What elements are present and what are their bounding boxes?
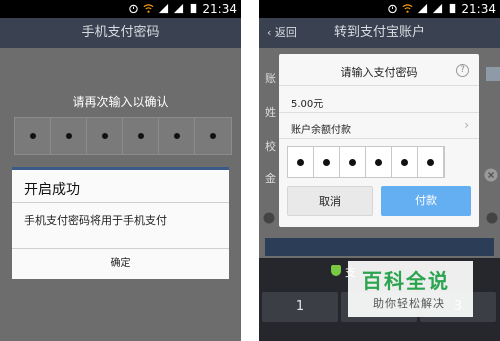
status-icons — [128, 3, 199, 14]
dialog-divider — [279, 112, 479, 113]
field-edge — [486, 67, 500, 81]
pin-dot — [173, 133, 180, 139]
page-title-bar: 手机支付密码 — [0, 18, 241, 48]
payment-password-dialog: 请输入支付密码 ? 5.00元 账户余额付款 › 取消 付款 — [279, 54, 479, 227]
page-title: 手机支付密码 — [81, 25, 160, 40]
info-icon — [263, 212, 275, 224]
battery-icon — [190, 3, 197, 14]
clear-icon[interactable] — [484, 168, 498, 182]
watermark-logo: 百科全说 助你轻松解决 — [348, 261, 473, 317]
pin-cell — [418, 147, 444, 177]
status-bar: 21:34 — [0, 0, 241, 18]
confirm-button[interactable]: 确定 — [12, 249, 229, 279]
pin-cell — [392, 147, 418, 177]
password-input-row[interactable] — [287, 146, 445, 178]
dialog-divider — [279, 85, 479, 86]
pin-dot — [427, 158, 434, 166]
dialog-divider — [12, 202, 229, 203]
confirm-prompt: 请再次输入以确认 — [72, 95, 169, 109]
pin-input-row[interactable] — [14, 117, 232, 155]
dialog-message: 手机支付密码将用于手机支付 — [24, 214, 167, 227]
form-label: 校 — [265, 140, 276, 153]
pay-button[interactable]: 付款 — [381, 186, 471, 216]
back-label: 返回 — [274, 26, 297, 39]
pin-cell — [314, 147, 340, 177]
pin-dot — [349, 158, 356, 166]
alarm-icon — [129, 4, 138, 14]
signal-icon — [158, 3, 169, 14]
screenshot-root: 21:34 手机支付密码 请再次输入以确认 开启成功 手机支付密码将用于手机支付… — [0, 0, 500, 341]
pin-dot — [210, 133, 216, 139]
pin-cell — [87, 118, 123, 154]
pin-cell — [15, 118, 51, 154]
pin-cell — [123, 118, 159, 154]
pin-dot — [137, 133, 144, 139]
status-icons — [387, 3, 458, 14]
payment-method[interactable]: 账户余额付款 — [291, 121, 351, 136]
form-label: 姓 — [265, 106, 276, 119]
pin-dot — [65, 133, 72, 139]
pin-cell — [51, 118, 87, 154]
pin-dot — [401, 158, 408, 166]
dialog-divider — [279, 138, 479, 139]
form-label: 金 — [265, 172, 276, 185]
chevron-left-icon: ‹ — [267, 26, 272, 39]
dialog-title: 请输入支付密码 — [340, 66, 418, 79]
watermark-tagline: 助你轻松解决 — [373, 297, 445, 310]
pin-cell — [288, 147, 314, 177]
status-bar: 21:34 — [259, 0, 500, 18]
pin-dot — [101, 133, 108, 139]
signal-icon — [417, 3, 428, 14]
pin-cell — [159, 118, 195, 154]
signal-2-icon — [173, 3, 184, 14]
shield-icon — [331, 265, 341, 276]
battery-icon — [449, 3, 456, 14]
wifi-icon — [402, 4, 413, 13]
dialog-title: 开启成功 — [24, 182, 80, 198]
pin-dot — [375, 158, 382, 166]
wifi-icon — [143, 4, 154, 13]
submit-bar — [265, 238, 494, 256]
pin-cell — [340, 147, 366, 177]
emoji-icon — [486, 212, 498, 224]
help-icon[interactable]: ? — [456, 64, 469, 77]
pin-cell — [195, 118, 231, 154]
watermark-brand: 百科全说 — [362, 269, 450, 293]
page-title: 转到支付宝账户 — [333, 25, 425, 40]
payment-amount: 5.00元 — [291, 99, 324, 110]
form-label: 账 — [265, 72, 276, 85]
signal-2-icon — [432, 3, 443, 14]
status-time: 21:34 — [461, 2, 496, 16]
status-time: 21:34 — [202, 2, 237, 16]
pin-dot — [29, 133, 36, 139]
keyboard-key-1[interactable]: 1 — [262, 292, 338, 322]
left-phone-screen: 21:34 手机支付密码 请再次输入以确认 开启成功 手机支付密码将用于手机支付… — [0, 0, 241, 341]
pin-cell — [366, 147, 392, 177]
success-dialog: 开启成功 手机支付密码将用于手机支付 确定 — [12, 167, 229, 279]
cancel-button[interactable]: 取消 — [287, 186, 373, 216]
pin-dot — [297, 158, 304, 166]
back-button[interactable]: ‹ 返回 — [267, 18, 297, 48]
page-title-bar: ‹ 返回 转到支付宝账户 — [259, 18, 500, 48]
chevron-right-icon: › — [464, 118, 469, 132]
alarm-icon — [388, 4, 397, 14]
pin-dot — [323, 158, 330, 166]
